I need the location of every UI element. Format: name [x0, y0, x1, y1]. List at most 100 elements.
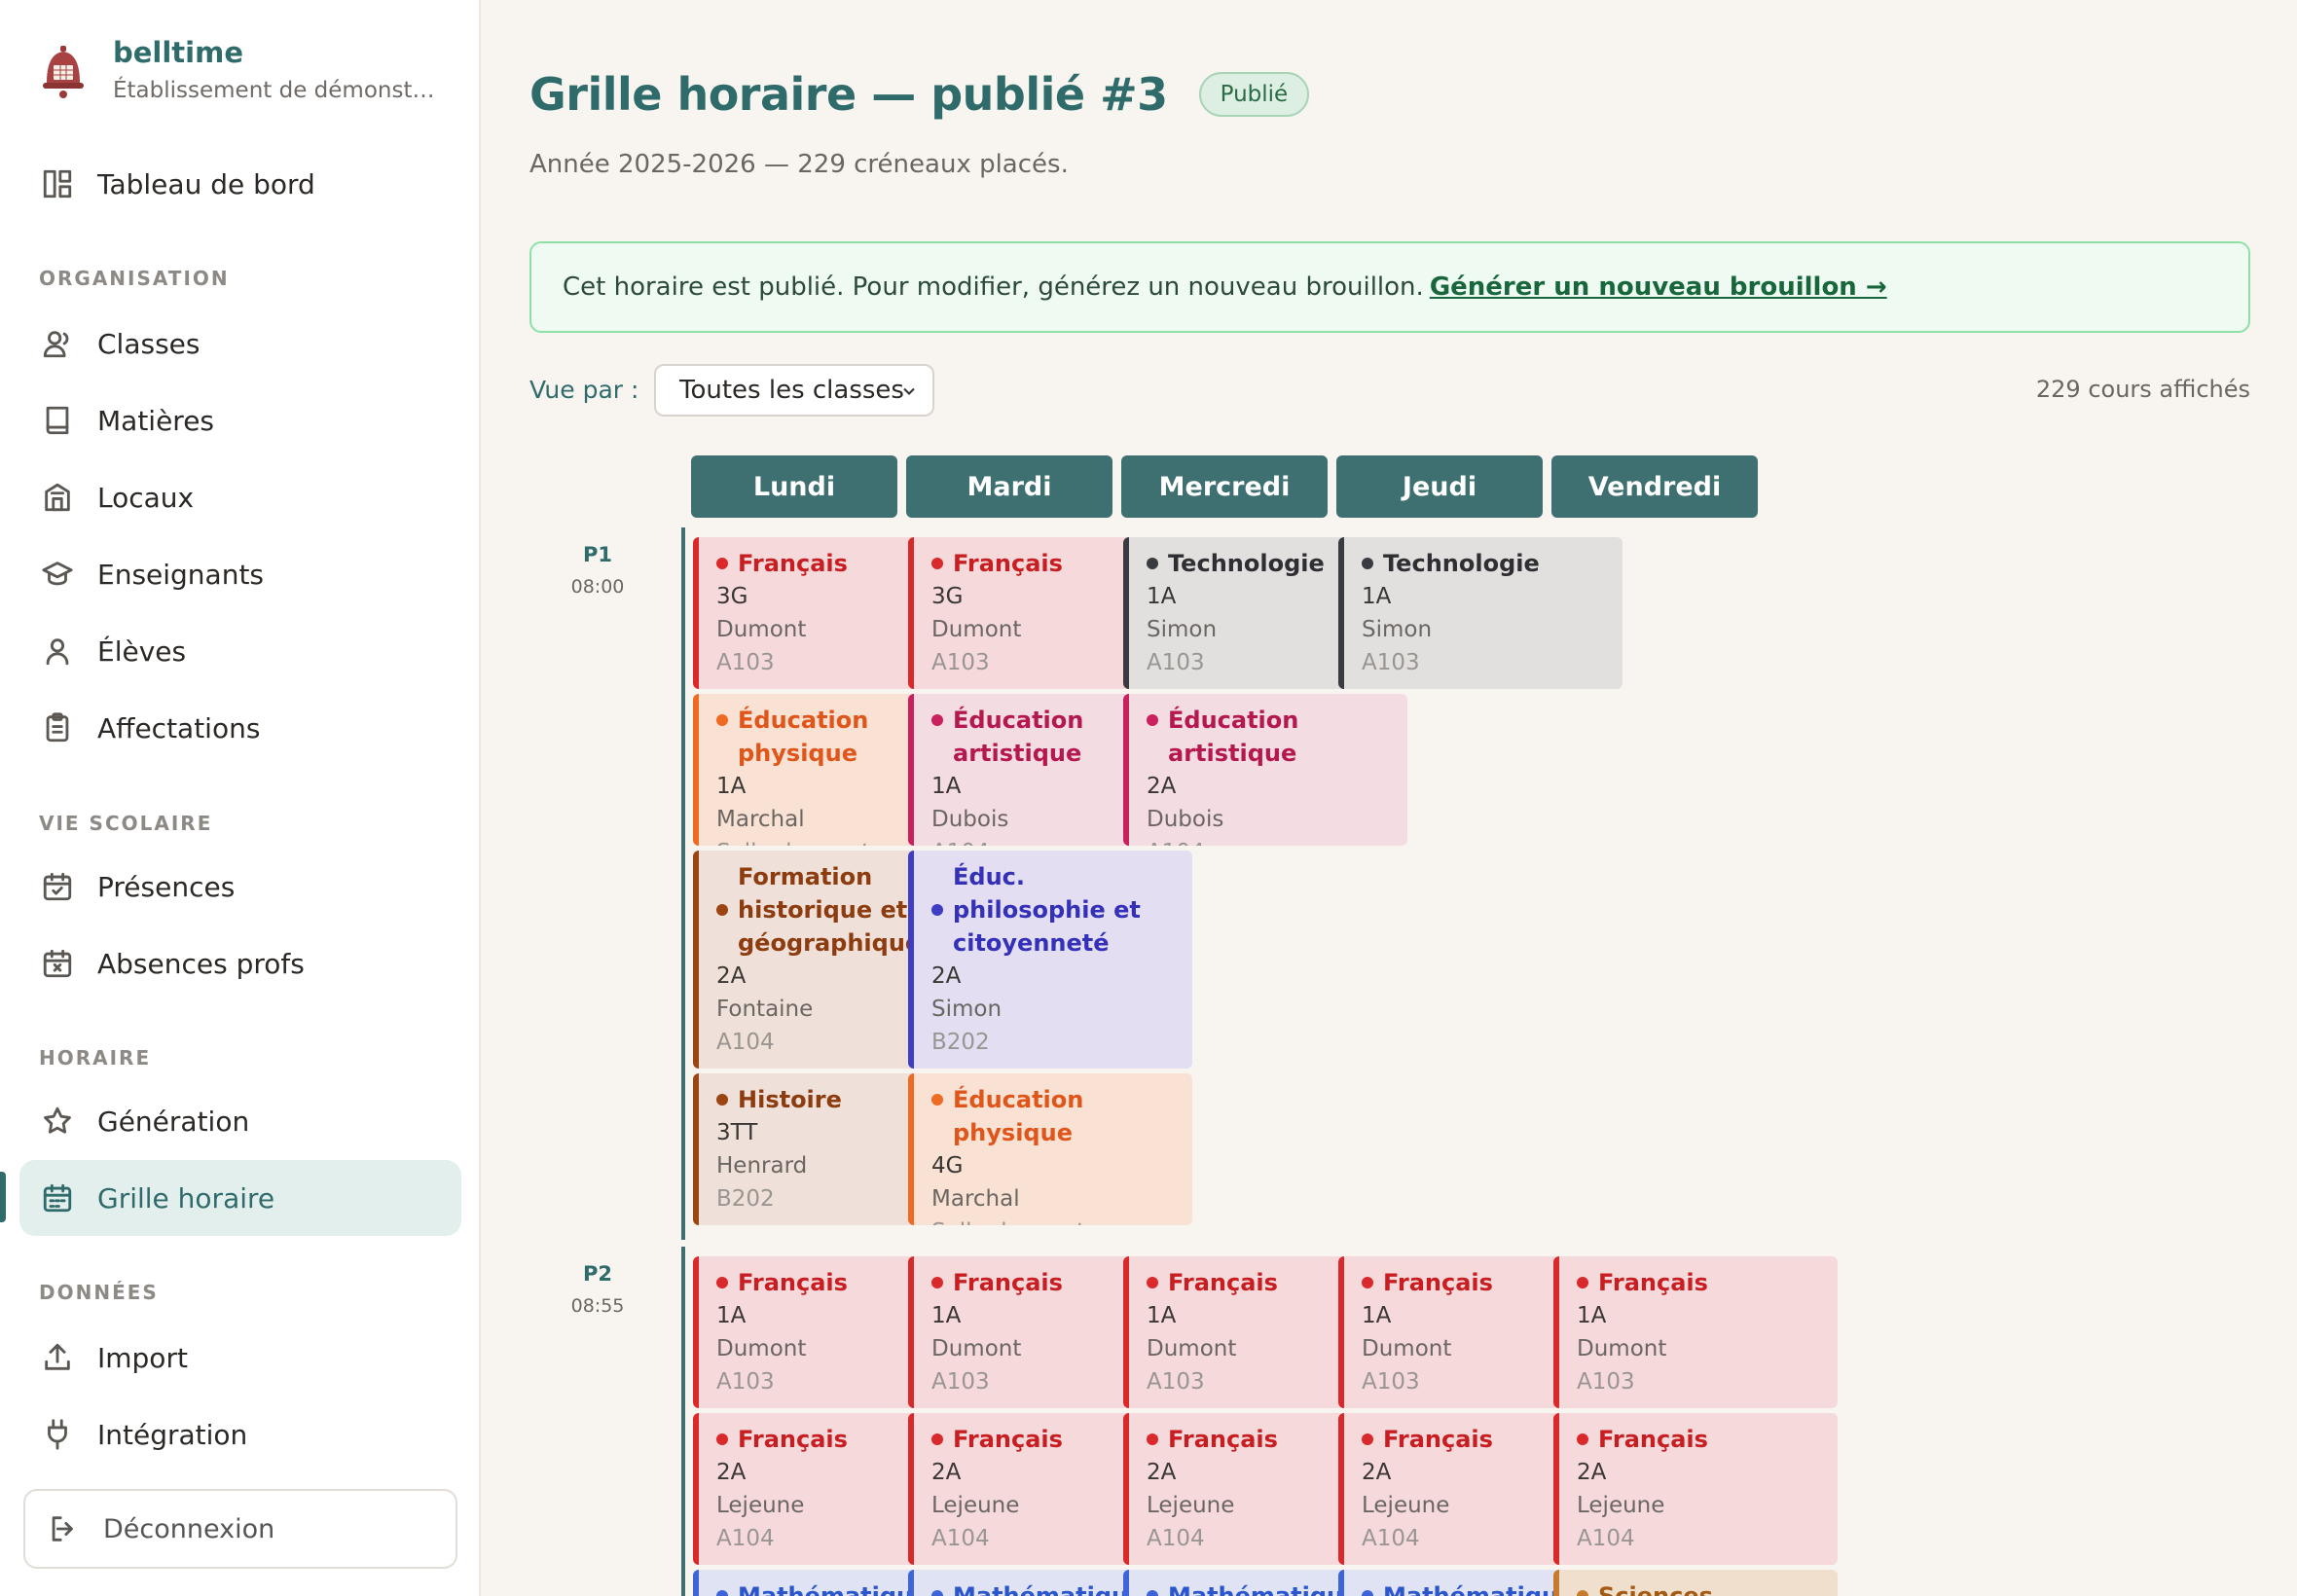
subject-color-dot: [931, 1277, 943, 1288]
course-class: 2A: [1147, 774, 1177, 799]
star-icon: [44, 1106, 71, 1134]
calendar-check-icon: [43, 872, 72, 901]
sidebar-item-label: Génération: [97, 1105, 250, 1138]
subject-color-dot: [1147, 1590, 1158, 1596]
subject-color-dot: [1147, 1277, 1158, 1288]
sidebar-item-enseignants[interactable]: Enseignants: [19, 536, 461, 612]
course-subject-label: Français: [953, 1426, 1063, 1453]
brand: belltime Établissement de démonst…: [39, 35, 434, 107]
subject-color-dot: [931, 1433, 943, 1445]
course-subject-label: Français: [1383, 1269, 1493, 1296]
sidebar-item-locaux[interactable]: Locaux: [19, 459, 461, 535]
subject-color-dot: [1577, 1590, 1588, 1596]
subject-color-dot: [931, 558, 943, 569]
course-card[interactable]: Français 1A Dumont A103: [1553, 1256, 1838, 1408]
sidebar-item-label: Affectations: [97, 711, 261, 744]
course-class: 4G: [931, 1153, 964, 1179]
main-content: Grille horaire — publié #3 Publié Année …: [529, 0, 2250, 1596]
users-icon: [43, 331, 69, 358]
sidebar-item-absences-profs[interactable]: Absences profs: [19, 925, 461, 1001]
course-subject-label: Français: [953, 550, 1063, 577]
sidebar-item-generation[interactable]: Génération: [19, 1083, 461, 1159]
course-teacher: Simon: [931, 997, 1003, 1022]
chevron-down-icon: [903, 387, 915, 395]
period-time: 08:00: [570, 576, 625, 598]
sidebar-item-label: Enseignants: [97, 558, 265, 591]
course-room: A104: [1147, 836, 1396, 846]
sidebar-item-label: Intégration: [97, 1418, 248, 1451]
course-card[interactable]: Français 2A Lejeune A104: [1553, 1413, 1838, 1565]
course-card[interactable]: Sciences: [1553, 1570, 1838, 1596]
view-label: Vue par :: [529, 376, 639, 404]
sidebar-item-label: Grille horaire: [97, 1181, 275, 1215]
subject-color-dot: [716, 904, 728, 916]
subject-color-dot: [716, 1433, 728, 1445]
period-number: P2: [582, 1262, 612, 1286]
course-subject-label: Histoire: [738, 1086, 842, 1113]
sidebar-item-grille-horaire[interactable]: Grille horaire: [19, 1160, 461, 1236]
logout-label: Déconnexion: [103, 1513, 275, 1544]
plug-icon: [48, 1419, 67, 1450]
calendar-grid-icon: [43, 1183, 72, 1213]
course-class: 2A: [931, 963, 962, 989]
section-title-horaire: HORAIRE: [39, 1046, 152, 1070]
sidebar-item-matieres[interactable]: Matières: [19, 382, 461, 458]
course-room: B202: [931, 1030, 990, 1055]
course-teacher: Marchal: [931, 1186, 1020, 1212]
sidebar-item-eleves[interactable]: Élèves: [19, 613, 461, 689]
course-teacher: Simon: [1362, 617, 1433, 642]
subject-color-dot: [931, 714, 943, 726]
course-room: A103: [1362, 650, 1420, 675]
course-card[interactable]: Éduc. philosophie et citoyenneté 2A Simon B…: [908, 851, 1192, 1069]
sidebar-item-label: Tableau de bord: [97, 167, 315, 200]
subject-color-dot: [716, 714, 728, 726]
course-subject-label: Français: [1598, 1269, 1708, 1296]
section-title-donnees: DONNÉES: [39, 1281, 159, 1304]
course-subject-label: Français: [1168, 1426, 1278, 1453]
dashboard-icon: [43, 169, 72, 199]
new-draft-link[interactable]: Générer un nouveau brouillon →: [1430, 272, 1887, 302]
course-subject: Éduc. philosophie et citoyenneté: [931, 860, 1181, 960]
subject-color-dot: [1362, 558, 1373, 569]
sidebar-item-presences[interactable]: Présences: [19, 849, 461, 925]
day-header-0: Lundi: [691, 455, 897, 518]
course-subject-label: Français: [1598, 1426, 1708, 1453]
logout-icon: [52, 1516, 73, 1542]
sidebar-item-import[interactable]: Import: [19, 1320, 461, 1396]
status-badge: Publié: [1198, 72, 1310, 117]
subject-color-dot: [1147, 1433, 1158, 1445]
sidebar-item-affectations[interactable]: Affectations: [19, 690, 461, 766]
course-room: Salle de sport: [931, 1215, 1181, 1225]
course-room: A104: [1577, 1526, 1635, 1551]
course-subject: Français: [1577, 1266, 1826, 1299]
upload-icon: [45, 1343, 70, 1370]
sidebar: belltime Établissement de démonst… Table…: [0, 0, 481, 1596]
period-time: 08:55: [570, 1295, 625, 1317]
course-card[interactable]: Éducation physique 4G Marchal Salle de spor…: [908, 1073, 1192, 1225]
sidebar-item-classes[interactable]: Classes: [19, 306, 461, 381]
course-subject-label: Français: [953, 1269, 1063, 1296]
sidebar-item-integration[interactable]: Intégration: [19, 1396, 461, 1472]
period-divider: [681, 1247, 685, 1596]
course-subject: Éducation physique: [931, 1083, 1181, 1149]
course-subject-label: Français: [1168, 1269, 1278, 1296]
course-card[interactable]: Éducation artistique 2A Dubois A104: [1123, 694, 1407, 846]
course-subject-label: Français: [738, 1269, 848, 1296]
course-subject-label: Français: [1383, 1426, 1493, 1453]
subject-color-dot: [1577, 1433, 1588, 1445]
course-class: 2A: [1577, 1460, 1607, 1485]
course-class: 1A: [1362, 584, 1392, 609]
logout-button[interactable]: Déconnexion: [23, 1489, 457, 1569]
building-icon: [45, 483, 70, 512]
sidebar-item-label: Absences profs: [97, 947, 305, 980]
course-subject-label: Éducation artistique: [1168, 707, 1299, 767]
sidebar-item-label: Import: [97, 1341, 188, 1374]
user-icon: [46, 638, 69, 666]
course-card[interactable]: Technologie 1A Simon A103: [1338, 537, 1622, 689]
notice-text: Cet horaire est publié. Pour modifier, g…: [563, 272, 1424, 302]
subject-color-dot: [931, 904, 943, 916]
view-select[interactable]: Toutes les classes: [654, 364, 934, 417]
subject-color-dot: [1147, 714, 1158, 726]
sidebar-item-dashboard[interactable]: Tableau de bord: [19, 146, 461, 222]
section-title-vie-scolaire: VIE SCOLAIRE: [39, 812, 213, 835]
